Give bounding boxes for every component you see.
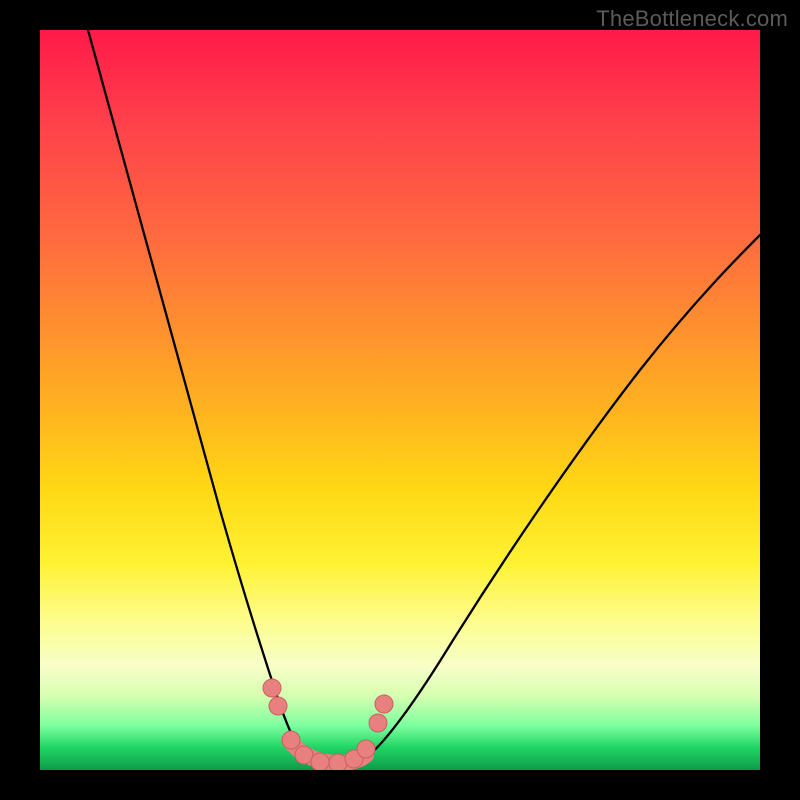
bead xyxy=(295,746,313,764)
bead xyxy=(263,679,281,697)
bottleneck-curve xyxy=(40,30,760,770)
chart-frame: TheBottleneck.com xyxy=(0,0,800,800)
curve-right-branch xyxy=(360,235,760,762)
sample-markers xyxy=(263,679,393,770)
bead xyxy=(269,697,287,715)
watermark-text: TheBottleneck.com xyxy=(596,6,788,32)
bead xyxy=(375,695,393,713)
plot-area xyxy=(40,30,760,770)
bead xyxy=(369,714,387,732)
bead xyxy=(282,731,300,749)
bead xyxy=(311,753,329,770)
bead xyxy=(329,754,347,770)
curve-left-branch xyxy=(88,30,305,758)
bead xyxy=(357,740,375,758)
